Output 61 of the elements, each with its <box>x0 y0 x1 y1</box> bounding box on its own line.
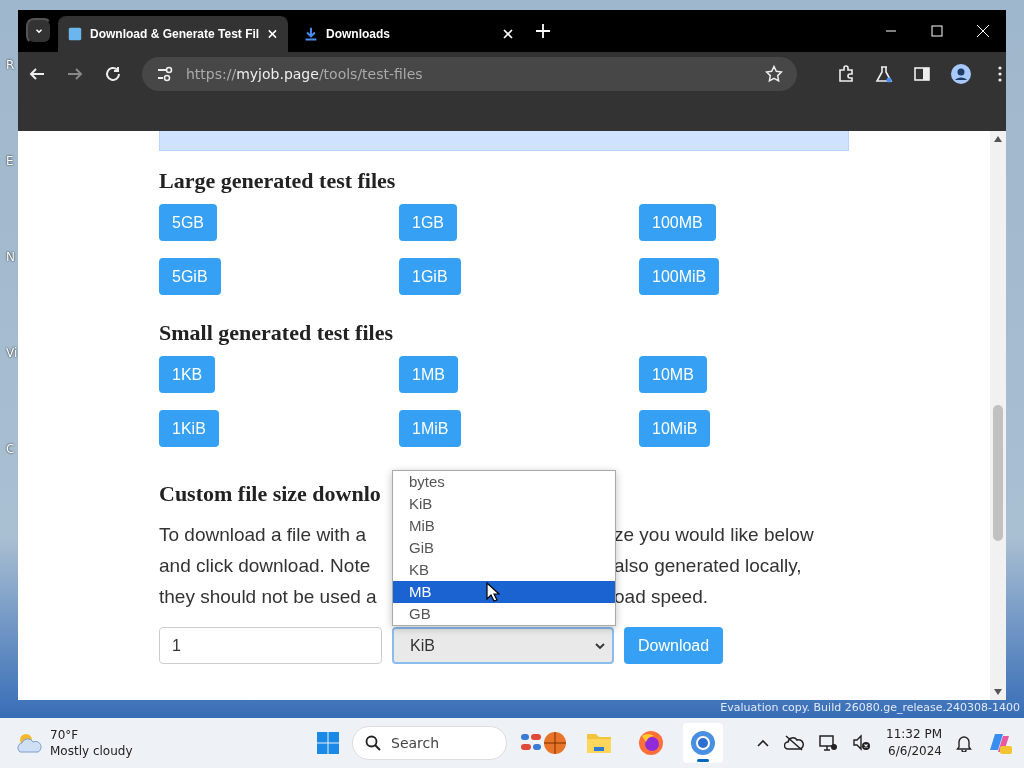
desktop-icon-label: Vi <box>6 346 19 362</box>
scroll-up-icon[interactable] <box>994 136 1002 142</box>
network-icon[interactable] <box>818 734 838 752</box>
cloud-off-icon[interactable] <box>784 735 804 751</box>
address-bar[interactable]: https://myjob.page/tools/test-files <box>142 57 797 91</box>
clock[interactable]: 11:32 PM 6/6/2024 <box>886 726 942 760</box>
firefox-icon <box>638 730 664 756</box>
desktop-icon-label: C <box>6 442 16 458</box>
description-text: oad speed. <box>614 585 709 609</box>
dropdown-option[interactable]: bytes <box>393 471 615 493</box>
windows-start-icon[interactable] <box>316 731 340 755</box>
description-text: also generated locally, <box>614 554 802 578</box>
cursor-icon <box>486 582 500 602</box>
star-icon[interactable] <box>765 65 783 83</box>
browser-tab[interactable]: Download & Generate Test Fil <box>58 16 288 52</box>
scrollbar-thumb[interactable] <box>993 405 1003 541</box>
scroll-down-icon[interactable] <box>994 689 1002 695</box>
desktop-icon-label: R <box>6 58 16 74</box>
evaluation-notice: Evaluation copy. Build 26080.ge_release.240308-1400 <box>720 701 1020 714</box>
weather-text: Mostly cloudy <box>50 743 133 759</box>
section-heading: Custom file size downlo <box>159 480 381 508</box>
description-text: To download a file with a <box>159 523 366 547</box>
dropdown-option[interactable]: KB <box>393 559 615 581</box>
folder-icon <box>586 731 612 755</box>
reload-icon[interactable] <box>104 65 122 83</box>
download-icon <box>304 27 318 41</box>
dropdown-option[interactable]: GiB <box>393 537 615 559</box>
url-text: https://myjob.page/tools/test-files <box>186 66 424 82</box>
profile-icon[interactable] <box>951 64 971 84</box>
close-icon[interactable] <box>502 28 514 40</box>
search-highlight-icon[interactable] <box>519 730 567 756</box>
section-heading: Small generated test files <box>159 319 393 347</box>
desktop-icon-label: E <box>6 154 15 170</box>
dropdown-option[interactable]: KiB <box>393 493 615 515</box>
site-info-icon[interactable] <box>156 65 174 83</box>
puzzle-icon[interactable] <box>837 65 855 83</box>
browser-tab[interactable]: Downloads <box>294 16 524 52</box>
dropdown-option[interactable]: MiB <box>393 515 615 537</box>
close-icon[interactable] <box>267 28 278 40</box>
search-field[interactable]: Search <box>352 726 507 760</box>
bell-icon[interactable] <box>956 734 972 752</box>
unit-select[interactable]: KiB <box>392 627 614 664</box>
description-text: and click download. Note <box>159 554 371 578</box>
description-text: they should not be used a <box>159 585 377 609</box>
description-text: ze you would like below <box>614 523 814 547</box>
search-icon <box>365 735 381 751</box>
speaker-muted-icon[interactable] <box>852 734 872 752</box>
page-icon <box>68 27 82 41</box>
chrome-icon <box>690 730 716 756</box>
new-tab-icon[interactable] <box>536 24 550 38</box>
side-panel-icon[interactable] <box>913 65 931 83</box>
section-heading: Large generated test files <box>159 167 396 195</box>
flask-icon[interactable] <box>875 65 893 83</box>
tab-search-button[interactable] <box>26 18 52 44</box>
temperature-text: 70°F <box>50 727 80 743</box>
dropdown-option[interactable]: MB <box>393 581 615 603</box>
size-field[interactable]: 1 <box>159 627 382 664</box>
dropdown-option[interactable]: GB <box>393 603 615 625</box>
desktop-icon-label: N <box>6 250 16 266</box>
scrollbar[interactable] <box>990 131 1006 700</box>
taskbar-app-button[interactable] <box>683 723 723 763</box>
